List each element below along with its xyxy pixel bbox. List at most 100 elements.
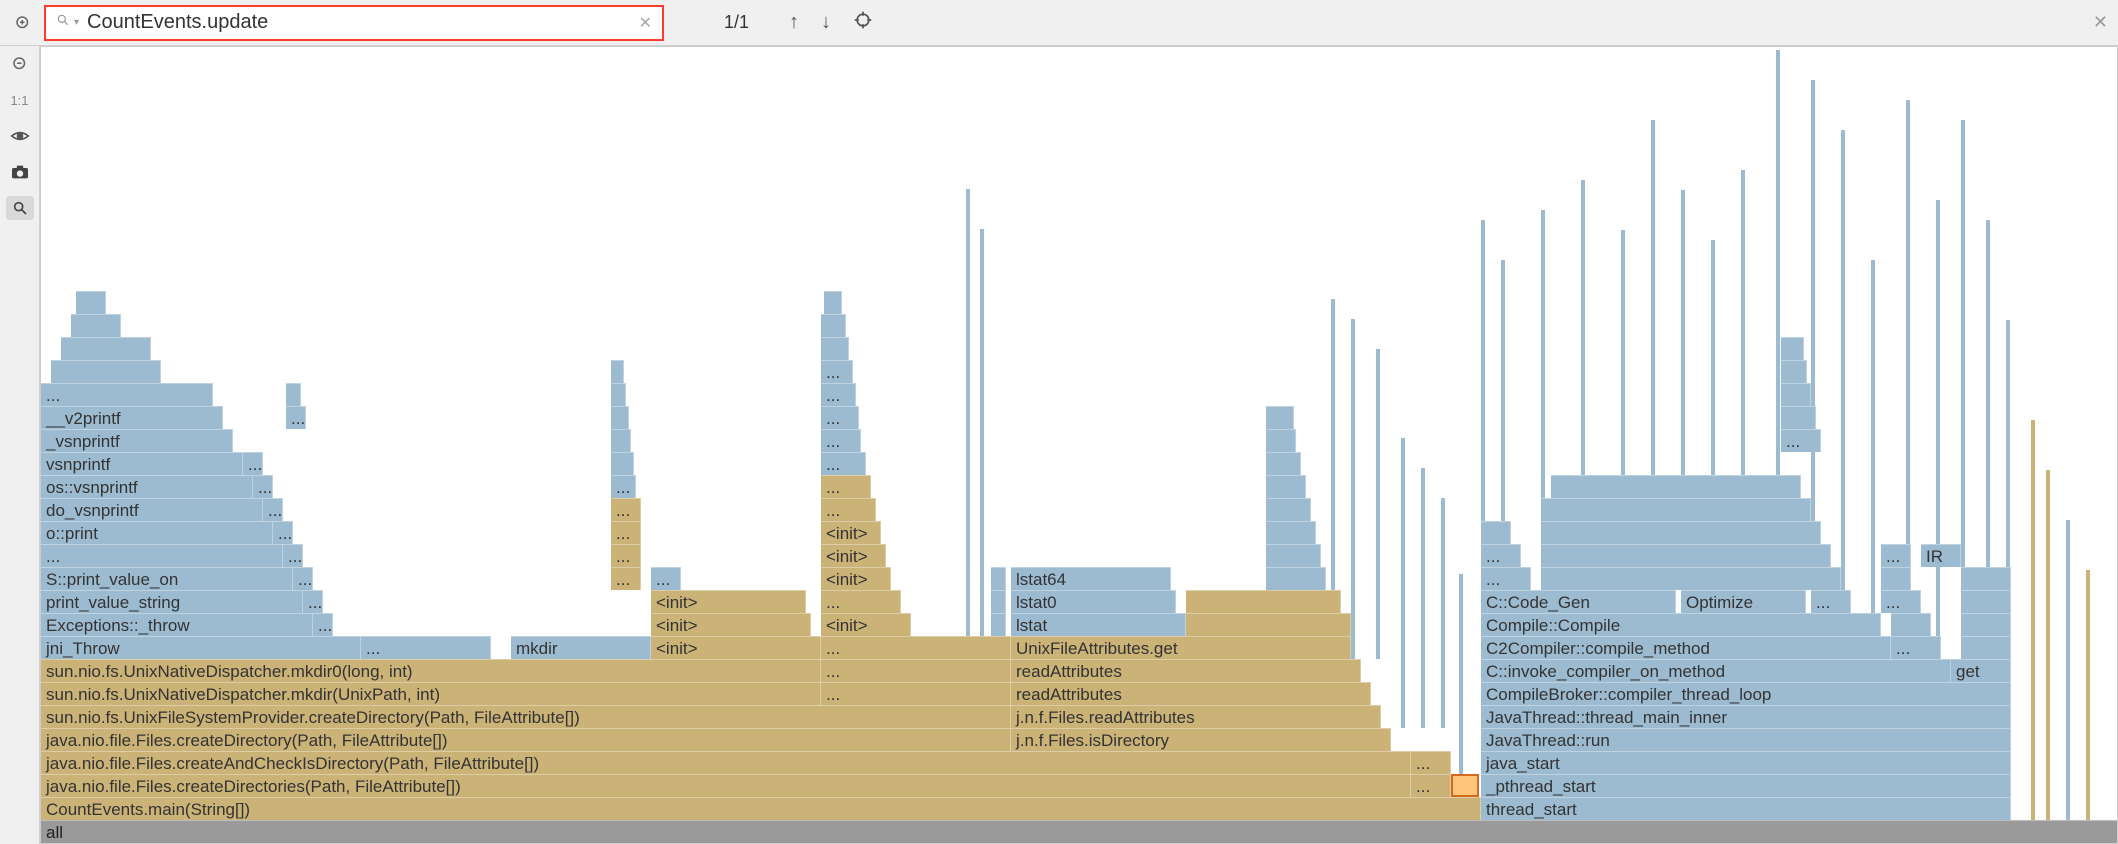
flame-frame[interactable]: ... [263, 498, 283, 521]
flame-frame[interactable]: ... [651, 567, 681, 590]
camera-icon[interactable] [6, 160, 34, 184]
flame-frame[interactable]: CountEvents.main(String[]) [41, 797, 1481, 820]
flame-frame[interactable]: vsnprintf [41, 452, 243, 475]
search-options-dropdown-icon[interactable]: ▾ [74, 17, 79, 28]
flame-frame[interactable] [1266, 406, 1294, 429]
flame-frame[interactable]: ... [361, 636, 491, 659]
flame-frame[interactable]: readAttributes [1011, 682, 1371, 705]
flame-frame[interactable] [821, 337, 849, 360]
flame-frame[interactable] [1961, 636, 2011, 659]
flame-frame[interactable]: ... [821, 659, 1011, 682]
flame-frame[interactable]: ... [243, 452, 263, 475]
flame-frame[interactable]: sun.nio.fs.UnixFileSystemProvider.create… [41, 705, 1011, 728]
flame-frame[interactable]: ... [821, 429, 861, 452]
flame-frame[interactable] [611, 383, 626, 406]
actual-size-button[interactable]: 1:1 [6, 88, 34, 112]
flame-frame[interactable]: readAttributes [1011, 659, 1361, 682]
flame-frame[interactable]: java.nio.file.Files.createAndCheckIsDire… [41, 751, 1411, 774]
flame-frame[interactable]: lstat [1011, 613, 1186, 636]
flame-frame[interactable] [1266, 567, 1326, 590]
flame-frame[interactable] [1961, 613, 2011, 636]
flame-frame[interactable] [991, 590, 1006, 613]
flame-frame[interactable]: ... [611, 544, 641, 567]
flame-frame[interactable]: Compile::Compile [1481, 613, 1881, 636]
flame-frame[interactable]: ... [1481, 567, 1531, 590]
zoom-in-top-icon[interactable] [8, 8, 38, 38]
flame-frame[interactable]: <init> [651, 613, 811, 636]
flame-frame[interactable]: Optimize [1681, 590, 1806, 613]
flame-frame[interactable]: ... [293, 567, 313, 590]
flame-frame[interactable]: ... [283, 544, 303, 567]
flame-frame[interactable]: ... [253, 475, 273, 498]
flame-frame[interactable]: ... [611, 567, 641, 590]
flame-frame[interactable]: ... [1411, 774, 1451, 797]
flame-frame[interactable]: ... [1811, 590, 1851, 613]
flame-frame[interactable]: sun.nio.fs.UnixNativeDispatcher.mkdir(Un… [41, 682, 821, 705]
flame-frame[interactable]: ... [1781, 429, 1821, 452]
flame-frame[interactable]: jni_Throw [41, 636, 361, 659]
flame-frame[interactable]: C2Compiler::compile_method [1481, 636, 1891, 659]
flame-frame[interactable]: ... [611, 521, 641, 544]
zoom-out-icon[interactable] [6, 52, 34, 76]
flame-frame[interactable]: <init> [821, 544, 886, 567]
flame-frame[interactable] [1266, 452, 1301, 475]
flamegraph-canvas[interactable]: allCountEvents.main(String[])thread_star… [40, 46, 2118, 844]
flame-frame[interactable] [1451, 774, 1479, 797]
flame-frame[interactable] [1781, 360, 1807, 383]
flame-frame[interactable]: os::vsnprintf [41, 475, 253, 498]
flame-frame[interactable] [611, 406, 629, 429]
flame-frame[interactable]: <init> [651, 590, 806, 613]
flame-frame[interactable]: ... [821, 452, 866, 475]
flame-frame[interactable]: _vsnprintf [41, 429, 233, 452]
flame-frame[interactable]: ... [313, 613, 333, 636]
search-tool-icon[interactable] [6, 196, 34, 220]
flame-frame[interactable] [1961, 590, 2011, 613]
flame-frame[interactable] [1541, 544, 1831, 567]
next-match-icon[interactable]: ↓ [821, 11, 831, 34]
flame-frame[interactable]: ... [821, 590, 901, 613]
flame-frame[interactable]: j.n.f.Files.readAttributes [1011, 705, 1381, 728]
flame-frame[interactable] [1186, 613, 1351, 636]
flame-frame[interactable]: thread_start [1481, 797, 2011, 820]
flame-frame[interactable]: lstat0 [1011, 590, 1176, 613]
flame-frame[interactable] [611, 360, 624, 383]
flame-frame[interactable]: ... [286, 406, 306, 429]
flame-frame[interactable]: get [1951, 659, 2011, 682]
flame-frame[interactable] [824, 291, 842, 314]
flame-frame[interactable]: java.nio.file.Files.createDirectories(Pa… [41, 774, 1411, 797]
flame-frame[interactable] [76, 291, 106, 314]
flame-frame[interactable]: ... [1881, 590, 1921, 613]
flame-frame[interactable]: C::Code_Gen [1481, 590, 1676, 613]
flame-frame[interactable]: mkdir [511, 636, 651, 659]
flame-frame[interactable]: ... [821, 360, 853, 383]
flame-frame[interactable]: <init> [821, 613, 911, 636]
flame-frame[interactable]: ... [821, 498, 876, 521]
flame-frame[interactable]: java.nio.file.Files.createDirectory(Path… [41, 728, 1011, 751]
flame-frame[interactable] [1266, 475, 1306, 498]
flame-frame[interactable] [611, 429, 631, 452]
clear-search-icon[interactable]: ✕ [639, 13, 652, 33]
flame-frame[interactable]: ... [821, 682, 1011, 705]
flame-frame[interactable] [1266, 429, 1296, 452]
flame-frame[interactable] [1781, 383, 1811, 406]
flame-frame[interactable] [821, 314, 846, 337]
flame-frame[interactable]: ... [1411, 751, 1451, 774]
flame-frame[interactable]: S::print_value_on [41, 567, 293, 590]
target-icon[interactable] [853, 10, 873, 36]
flame-frame[interactable]: <init> [651, 636, 821, 659]
flame-frame[interactable]: ... [41, 544, 283, 567]
flame-frame[interactable]: __v2printf [41, 406, 223, 429]
flame-frame[interactable] [991, 613, 1006, 636]
flame-frame[interactable] [1881, 567, 1911, 590]
flame-frame[interactable] [1266, 521, 1316, 544]
flame-frame[interactable] [286, 383, 301, 406]
flame-frame[interactable] [1186, 590, 1341, 613]
flame-frame[interactable] [611, 452, 634, 475]
flame-frame[interactable]: o::print [41, 521, 273, 544]
search-input[interactable] [87, 11, 639, 34]
flame-frame[interactable]: ... [1481, 544, 1521, 567]
flame-frame[interactable]: print_value_string [41, 590, 303, 613]
flame-frame[interactable]: do_vsnprintf [41, 498, 263, 521]
flame-frame[interactable] [1481, 521, 1511, 544]
flame-frame[interactable]: JavaThread::thread_main_inner [1481, 705, 2011, 728]
